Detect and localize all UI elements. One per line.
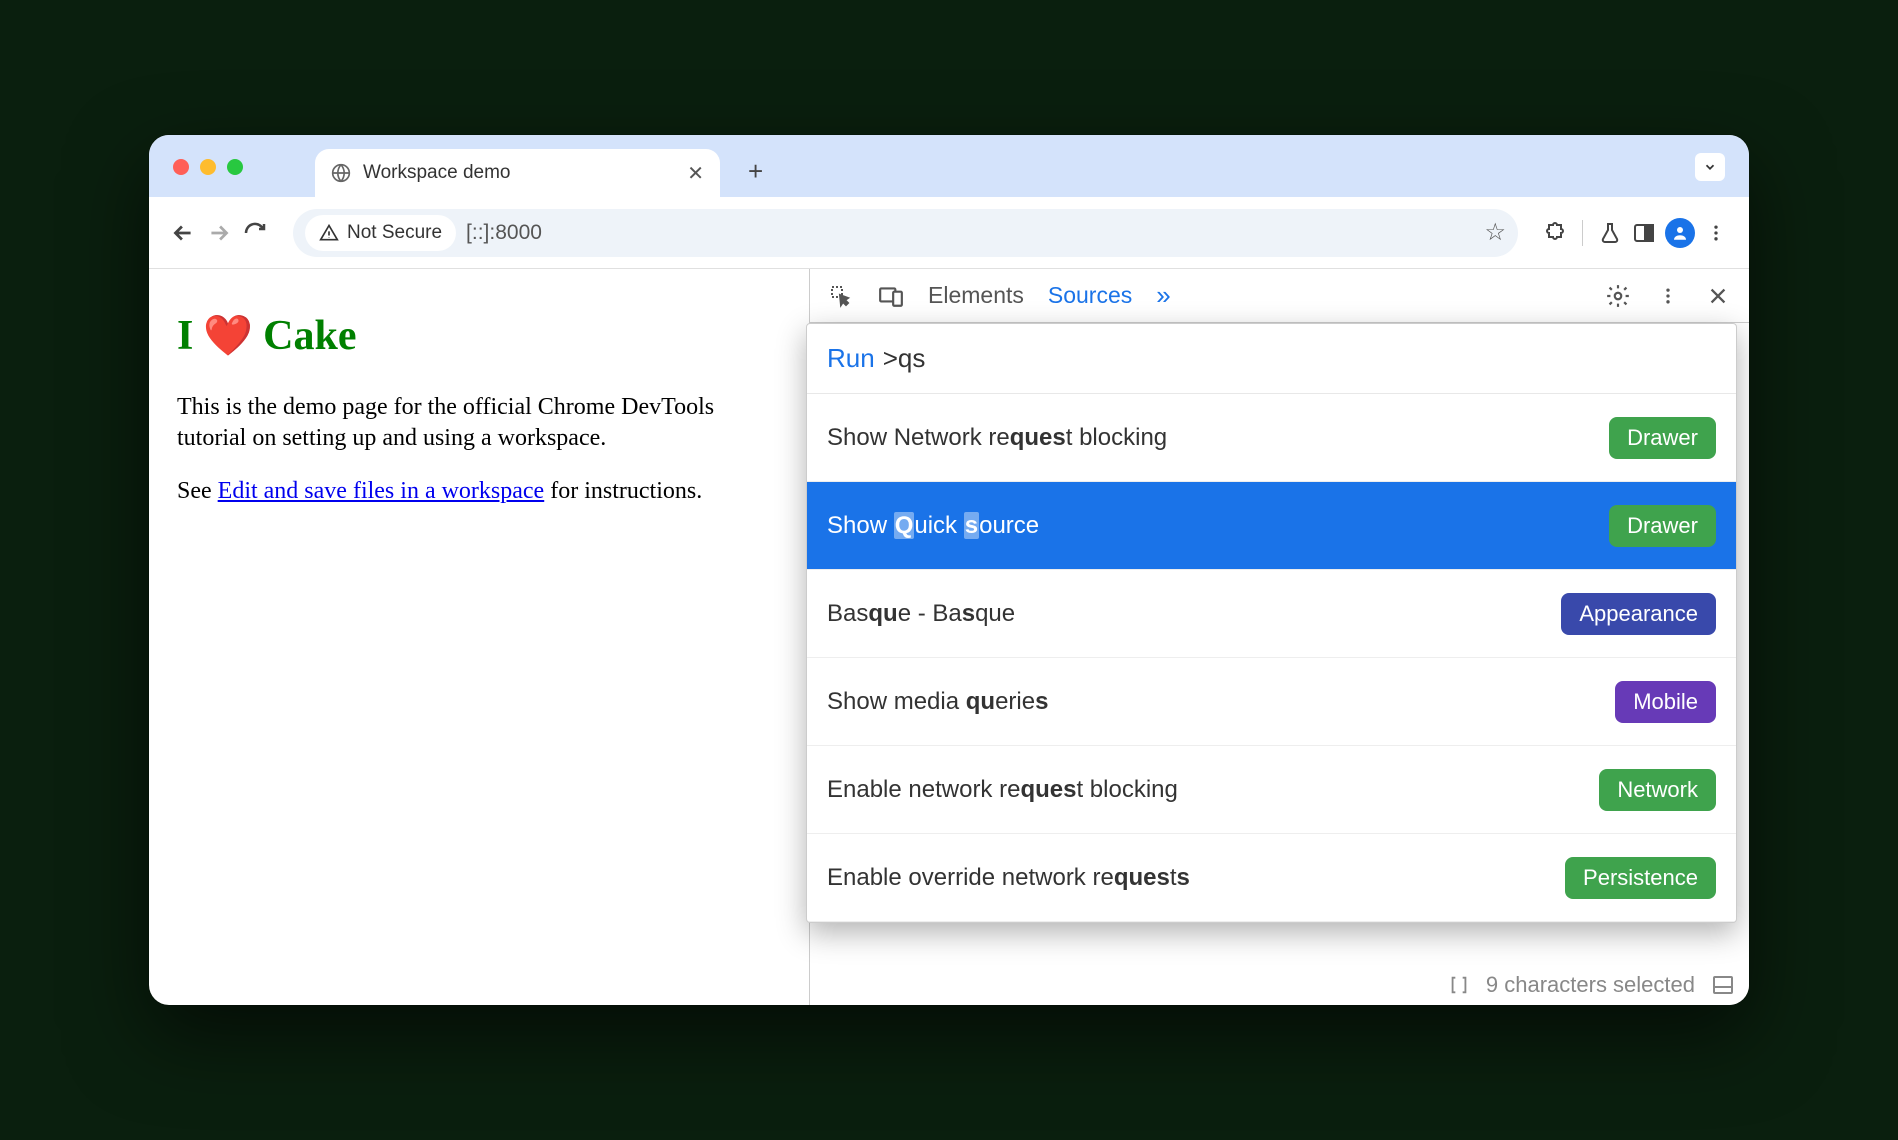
labs-button[interactable] [1597,220,1623,246]
settings-button[interactable] [1605,283,1631,309]
heart-icon: ❤️ [203,310,253,362]
maximize-window-button[interactable] [227,159,243,175]
reload-button[interactable] [241,219,269,247]
category-badge: Drawer [1609,417,1716,459]
window-controls [173,159,243,175]
menu-button[interactable] [1703,220,1729,246]
extensions-button[interactable] [1542,220,1568,246]
puzzle-icon [1543,221,1567,245]
reload-icon [243,221,267,245]
run-label: Run [827,343,875,374]
workspace-link[interactable]: Edit and save files in a workspace [218,478,545,504]
heading-prefix: I [177,309,193,364]
tabs-dropdown-button[interactable] [1695,153,1725,181]
command-label: Enable override network requests [827,864,1190,892]
panel-icon [1632,221,1656,245]
devtools-menu-button[interactable] [1655,283,1681,309]
command-row[interactable]: Enable network request blocking Network [807,746,1736,834]
more-tabs-button[interactable]: » [1156,280,1170,311]
address-bar[interactable]: Not Secure [::]:8000 ☆ [293,209,1518,257]
category-badge: Appearance [1561,593,1716,635]
sidepanel-button[interactable] [1631,220,1657,246]
p2-post: for instructions. [544,478,702,504]
browser-window: Workspace demo ✕ + Not Secure [::]:8000 … [149,135,1749,1005]
tab-elements[interactable]: Elements [928,282,1024,309]
warning-icon [319,223,339,243]
minimize-window-button[interactable] [200,159,216,175]
devices-icon [878,283,904,309]
category-badge: Drawer [1609,505,1716,547]
browser-tab[interactable]: Workspace demo ✕ [315,149,720,197]
command-row[interactable]: Basque - Basque Appearance [807,570,1736,658]
arrow-left-icon [170,220,196,246]
command-label: Show Network request blocking [827,424,1167,452]
p2-pre: See [177,478,218,504]
kebab-icon [1658,286,1678,306]
heading-suffix: Cake [263,309,356,364]
url-text: [::]:8000 [466,221,542,245]
flask-icon [1598,221,1622,245]
inspect-button[interactable] [828,283,854,309]
tab-title: Workspace demo [363,162,511,184]
command-row[interactable]: Enable override network requests Persiste… [807,834,1736,922]
command-menu: Run >qs Show Network request blocking Dra… [806,323,1737,923]
page-heading: I ❤️ Cake [177,309,781,364]
separator [1582,220,1583,246]
close-devtools-button[interactable] [1705,283,1731,309]
command-label: Show Quick source [827,512,1039,540]
content-area: I ❤️ Cake This is the demo page for the … [149,269,1749,1005]
status-text: 9 characters selected [1486,972,1695,998]
security-label: Not Secure [347,222,442,244]
device-toggle-button[interactable] [878,283,904,309]
command-row[interactable]: Show Quick source Drawer [807,482,1736,570]
paragraph-2: See Edit and save files in a workspace f… [177,476,781,507]
command-label: Enable network request blocking [827,776,1178,804]
person-icon [1671,224,1689,242]
forward-button[interactable] [205,219,233,247]
layout-icon [1711,973,1735,997]
inspect-icon [829,284,853,308]
new-tab-button[interactable]: + [748,156,763,187]
profile-button[interactable] [1665,218,1695,248]
command-query: >qs [883,343,926,374]
chevron-down-icon [1703,160,1717,174]
close-icon [1707,285,1729,307]
title-bar: Workspace demo ✕ + [149,135,1749,197]
command-label: Show media queries [827,688,1048,716]
command-row[interactable]: Show media queries Mobile [807,658,1736,746]
devtools-panel: Elements Sources » Run >qs Show Network … [809,269,1749,1005]
browser-toolbar: Not Secure [::]:8000 ☆ [149,197,1749,269]
kebab-icon [1706,223,1726,243]
command-input-row[interactable]: Run >qs [807,324,1736,394]
status-bar: 9 characters selected [1448,965,1735,1005]
tab-sources[interactable]: Sources [1048,282,1132,309]
arrow-right-icon [206,220,232,246]
security-chip[interactable]: Not Secure [305,215,456,251]
bookmark-button[interactable]: ☆ [1484,218,1506,247]
command-row[interactable]: Show Network request blocking Drawer [807,394,1736,482]
close-window-button[interactable] [173,159,189,175]
paragraph-1: This is the demo page for the official C… [177,392,781,454]
webpage: I ❤️ Cake This is the demo page for the … [149,269,809,1005]
category-badge: Network [1599,769,1716,811]
category-badge: Persistence [1565,857,1716,899]
close-tab-icon[interactable]: ✕ [687,161,704,186]
brackets-icon [1448,974,1470,996]
command-label: Basque - Basque [827,600,1015,628]
gear-icon [1605,283,1631,309]
devtools-tabbar: Elements Sources » [810,269,1749,323]
globe-icon [331,163,351,183]
category-badge: Mobile [1615,681,1716,723]
back-button[interactable] [169,219,197,247]
